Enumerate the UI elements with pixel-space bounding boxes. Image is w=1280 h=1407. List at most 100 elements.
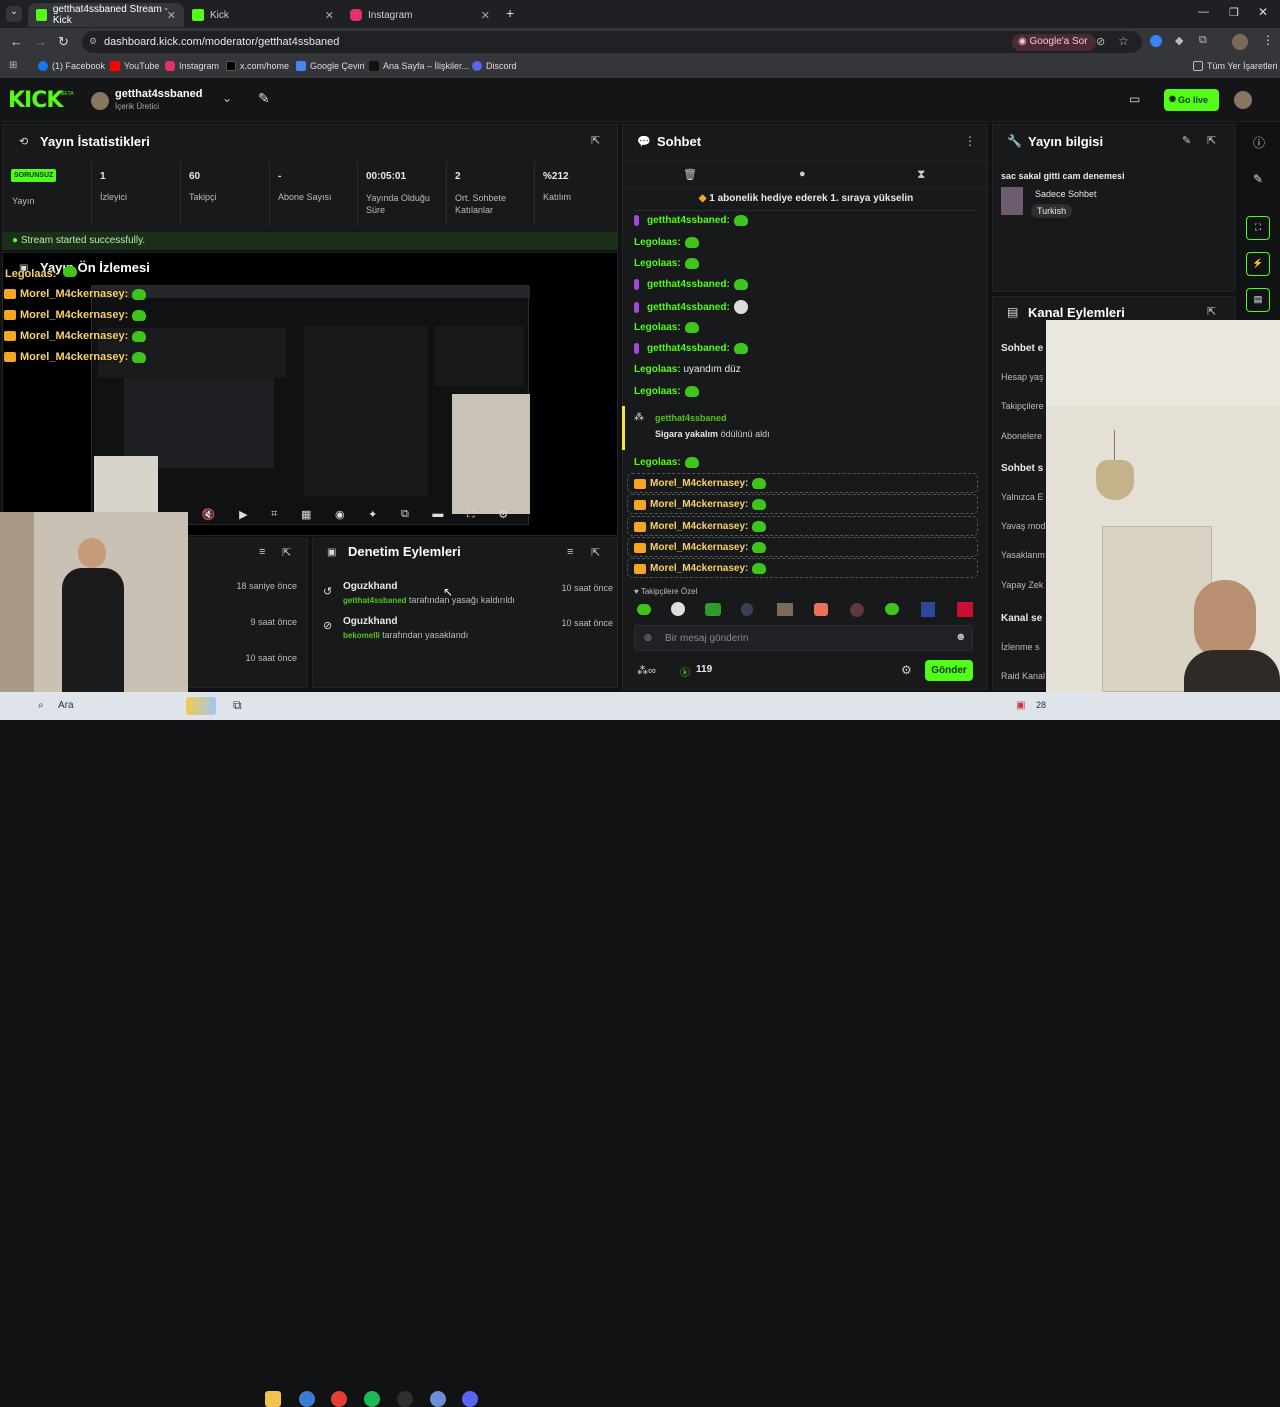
chat-user[interactable]: Legolaas: [634, 364, 681, 375]
emote-icon[interactable] [637, 604, 651, 615]
settings-icon[interactable]: ⚙ [498, 508, 508, 524]
reward-user[interactable]: getthat4ssbaned [655, 413, 727, 423]
chat-menu-icon[interactable]: ⋮ [964, 134, 976, 148]
eye-off-icon[interactable]: ⊘ [1096, 35, 1105, 48]
emote-icon[interactable] [814, 603, 828, 616]
setting-row[interactable]: Yalnızca E [1001, 492, 1043, 502]
quick-action-button[interactable]: ⚡ [1246, 252, 1270, 276]
chat-user[interactable]: Morel_M4ckernasey: [650, 521, 748, 532]
close-icon[interactable]: ✕ [481, 9, 490, 22]
popout-icon[interactable]: ⇱ [591, 546, 600, 559]
minimize-icon[interactable]: — [1198, 6, 1209, 18]
chat-message[interactable]: Morel_M4ckernasey: [634, 499, 767, 510]
setting-row[interactable]: İzlenme s [1001, 642, 1040, 652]
info-icon[interactable]: ⓘ [1253, 134, 1265, 151]
chat-message[interactable]: Morel_M4ckernasey: [634, 563, 767, 574]
taskbar-search-label[interactable]: Ara [58, 700, 74, 711]
window-close-icon[interactable]: ✕ [1258, 5, 1268, 19]
back-icon[interactable]: ← [10, 34, 23, 49]
chat-user[interactable]: Legolaas: [634, 322, 681, 333]
chat-user[interactable]: Morel_M4ckernasey: [650, 542, 748, 553]
chat-user[interactable]: getthat4ssbaned: [647, 343, 730, 354]
bookmark-x[interactable]: x.com/home [226, 61, 289, 71]
file-explorer-icon[interactable] [265, 1391, 281, 1407]
flag-emote-icon[interactable] [957, 602, 973, 617]
chat-input[interactable]: ◍ Bir mesaj gönderin ☻ [634, 625, 973, 651]
chat-settings-icon[interactable]: ⚙ [901, 663, 912, 677]
discord-app-icon[interactable] [462, 1391, 478, 1407]
stream-tag[interactable]: Turkish [1031, 204, 1073, 218]
popout-icon[interactable]: ⇱ [282, 546, 291, 559]
chat-user[interactable]: Legolaas: [634, 237, 681, 248]
setting-row[interactable]: Takipçilere [1001, 401, 1044, 411]
emote-icon[interactable] [705, 603, 721, 616]
quick-action-button[interactable]: ⛶ [1246, 216, 1270, 240]
kick-logo[interactable]: KICK [8, 88, 63, 113]
popout-icon[interactable]: ⇱ [1207, 134, 1216, 147]
user-avatar[interactable] [1234, 91, 1252, 109]
record-icon[interactable]: ▬ [432, 508, 443, 524]
pin-icon[interactable]: ✎ [258, 90, 270, 107]
chat-user[interactable]: Legolaas: [634, 258, 681, 269]
chat-message[interactable]: Legolaas: uyandım düz [634, 364, 741, 375]
widgets-icon[interactable] [186, 697, 216, 715]
chat-bubble-icon[interactable]: ● [799, 168, 806, 180]
bookmark-discord[interactable]: Discord [472, 61, 517, 71]
tab-search-icon[interactable]: ⌄ [6, 6, 22, 22]
forward-icon[interactable]: → [34, 34, 47, 49]
fullscreen-icon[interactable]: ⛶ [467, 508, 475, 524]
task-view-icon[interactable]: ⧉ [233, 698, 242, 713]
chat-message[interactable]: Morel_M4ckernasey: [634, 542, 767, 553]
filter-icon[interactable]: ≡ [567, 546, 573, 558]
pinned-gift-banner[interactable]: ◆ 1 abonelik hediye ederek 1. sıraya yük… [623, 191, 989, 209]
reload-icon[interactable]: ↻ [58, 34, 69, 50]
popout-icon[interactable]: ⇱ [591, 134, 600, 147]
menu-dots-icon[interactable]: ⋮ [1262, 33, 1274, 47]
pencil-icon[interactable]: ✎ [1253, 172, 1263, 186]
play-icon[interactable]: ◉ [335, 508, 345, 524]
emoji-icon[interactable]: ☻ [955, 631, 967, 643]
edit-icon[interactable]: ✎ [1182, 134, 1191, 147]
bookmark-youtube[interactable]: YouTube [110, 61, 159, 71]
camera-icon[interactable]: ▶ [239, 508, 247, 524]
chat-user[interactable]: getthat4ssbaned: [647, 279, 730, 290]
profile-avatar[interactable] [1232, 34, 1248, 50]
chat-message[interactable]: Morel_M4ckernasey: [634, 521, 767, 532]
chat-message[interactable]: Legolaas: [634, 237, 699, 248]
setting-row[interactable]: Yapay Zek [1001, 580, 1043, 590]
spotify-icon[interactable] [364, 1391, 380, 1407]
filter-icon[interactable]: ≡ [259, 546, 265, 558]
mute-icon[interactable]: 🔇 [202, 508, 216, 524]
extension-icon[interactable] [1150, 35, 1162, 47]
google-ask-button[interactable]: ◉ Google'a Sor [1012, 34, 1096, 51]
chat-user[interactable]: getthat4ssbaned: [647, 302, 730, 313]
obs-icon[interactable] [397, 1391, 413, 1407]
channel-points[interactable]: 119 [696, 664, 712, 675]
capture-icon[interactable]: ▦ [301, 508, 311, 524]
tab-kick[interactable]: Kick ✕ [184, 3, 342, 27]
extension2-icon[interactable]: ◆ [1175, 34, 1183, 47]
restore-icon[interactable]: ❐ [1229, 6, 1239, 19]
setting-row[interactable]: Yasaklanm [1001, 550, 1045, 560]
emote-icon[interactable] [741, 603, 753, 616]
moderation-entry[interactable]: ↺ Oguzkhand getthat4ssbaned tarafından y… [323, 581, 613, 611]
chat-message[interactable]: Legolaas: [634, 322, 699, 333]
chat-message[interactable]: Legolaas: [634, 386, 699, 397]
all-bookmarks[interactable]: Tüm Yer İşaretleri [1193, 61, 1278, 71]
stream-category[interactable]: Sadece Sohbet [1035, 189, 1097, 199]
setting-row[interactable]: Hesap yaş [1001, 372, 1044, 382]
chat-user[interactable]: getthat4ssbaned: [647, 215, 730, 226]
chat-message[interactable]: Legolaas: [634, 457, 699, 468]
settings-app-icon[interactable] [430, 1391, 446, 1407]
bookmark-facebook[interactable]: (1) Facebook [38, 61, 105, 71]
new-tab-icon[interactable]: + [506, 5, 514, 21]
site-info-icon[interactable]: ⚙ [89, 36, 97, 47]
chat-message[interactable]: getthat4ssbaned: [634, 279, 748, 290]
star-icon[interactable]: ☆ [1118, 34, 1129, 48]
chat-message[interactable]: getthat4ssbaned: [634, 215, 748, 226]
trash-icon[interactable]: 🗑 [683, 168, 697, 181]
troll-emote-icon[interactable] [671, 602, 685, 616]
url-field[interactable]: ⚙ dashboard.kick.com/moderator/getthat4s… [82, 31, 1142, 53]
tab-instagram[interactable]: Instagram ✕ [342, 3, 498, 27]
close-icon[interactable]: ✕ [325, 9, 334, 22]
